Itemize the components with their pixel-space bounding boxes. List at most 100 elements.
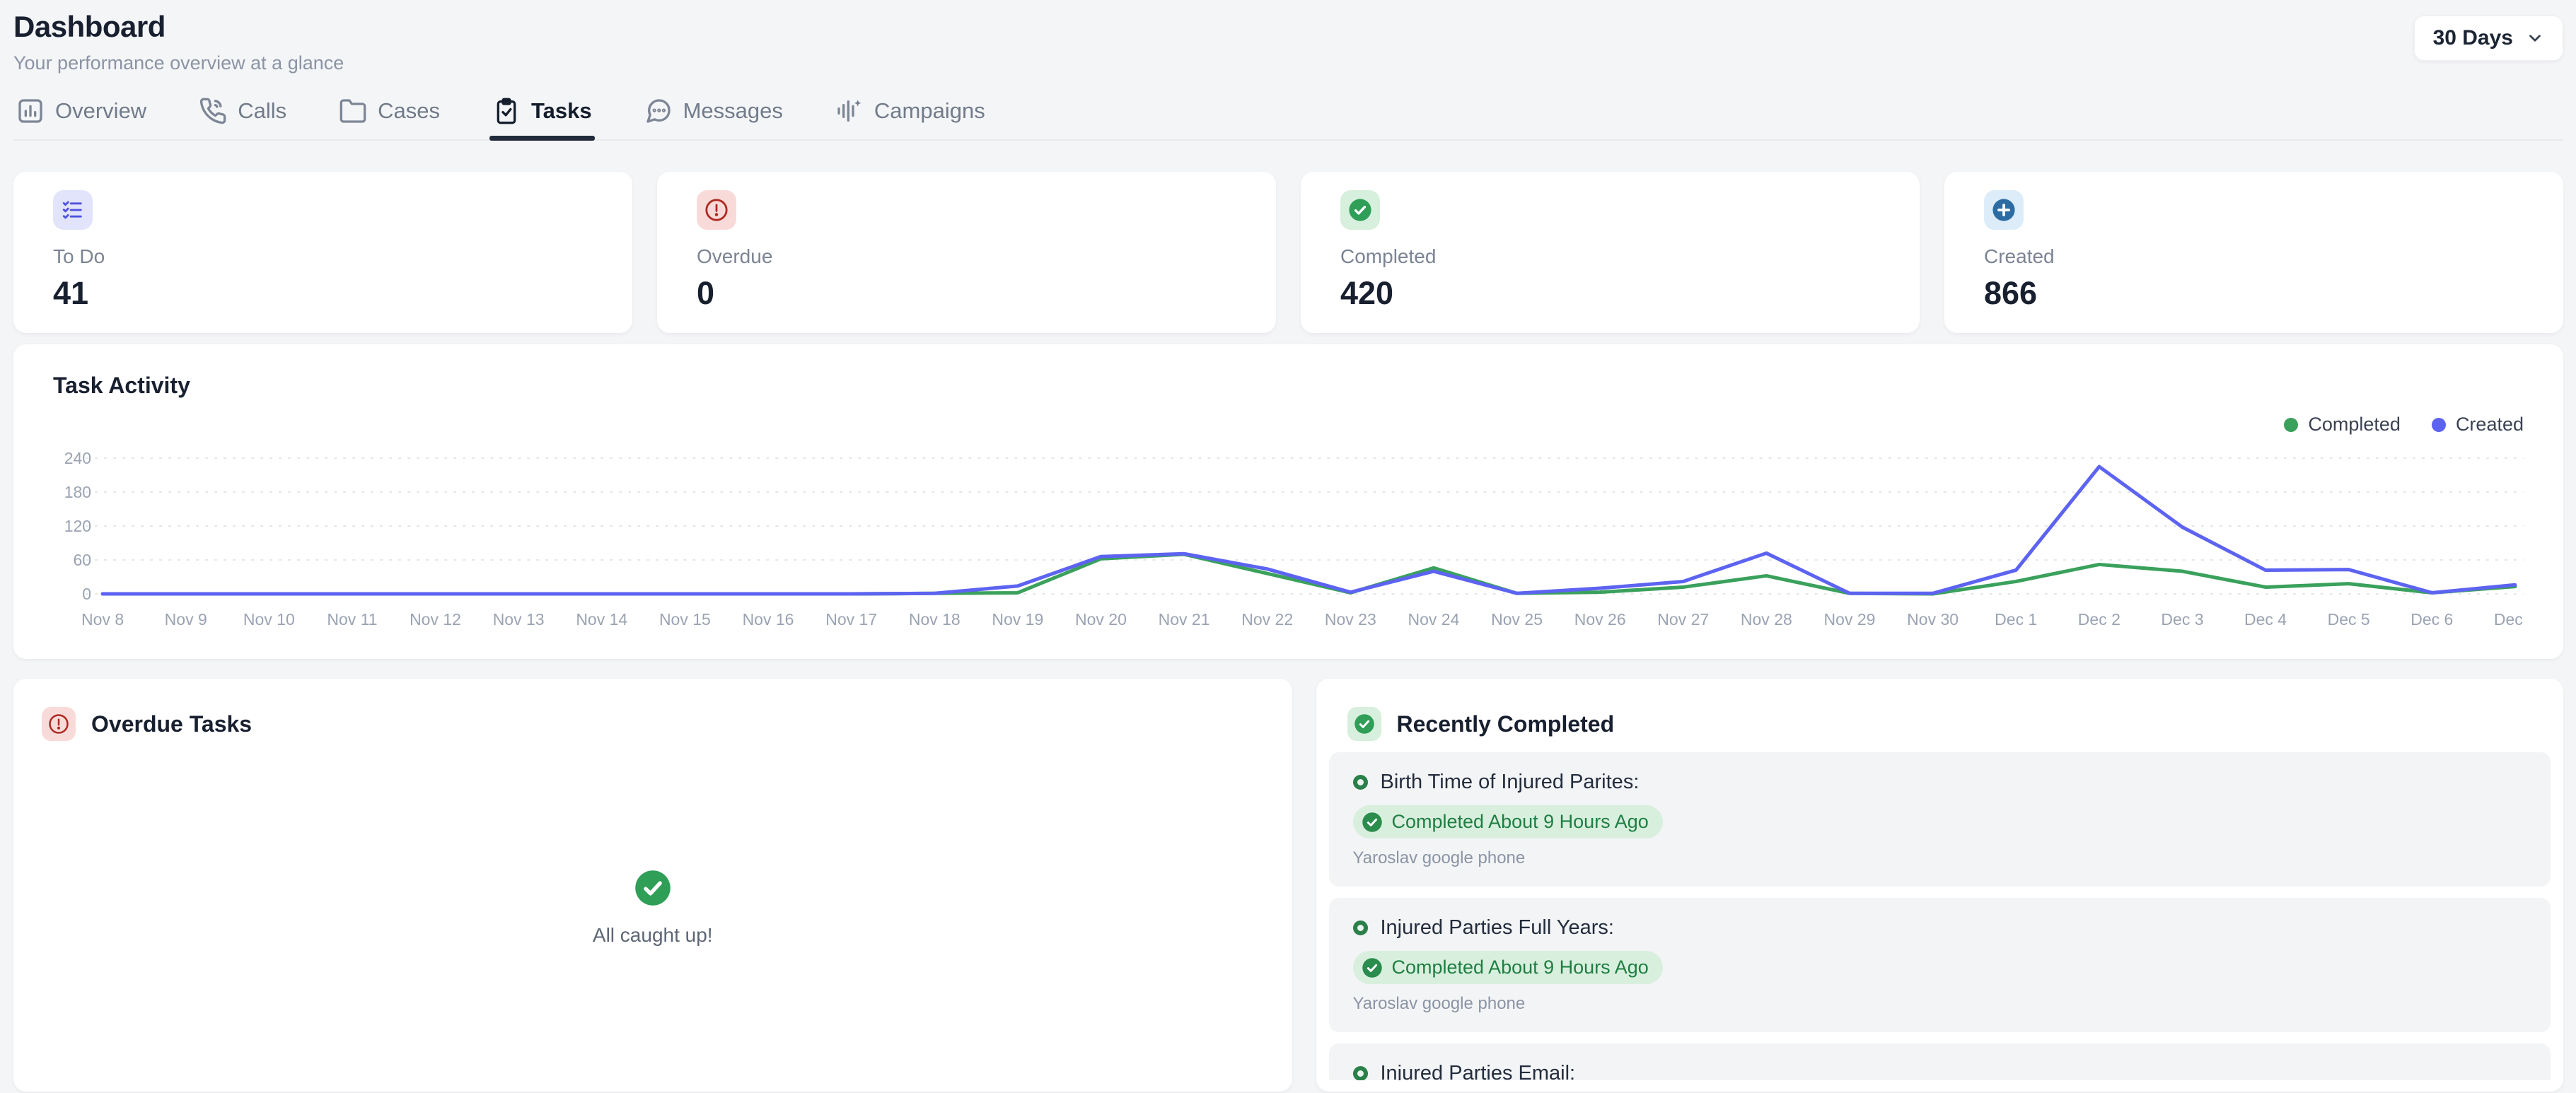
alert-circle-icon xyxy=(42,707,76,741)
stat-label: Completed xyxy=(1340,245,1880,268)
page-subtitle: Your performance overview at a glance xyxy=(13,52,344,74)
task-item: Injured Parties Email: Completed About 9… xyxy=(1329,1044,2551,1080)
task-item: Birth Time of Injured Parites: Completed… xyxy=(1329,752,2551,887)
svg-text:Nov 16: Nov 16 xyxy=(743,610,794,629)
legend-label: Completed xyxy=(2308,414,2401,436)
svg-text:180: 180 xyxy=(64,483,91,501)
svg-text:Dec 1: Dec 1 xyxy=(1995,610,2037,629)
svg-text:Nov 12: Nov 12 xyxy=(410,610,461,629)
svg-text:Dec 5: Dec 5 xyxy=(2328,610,2370,629)
completed-task-list[interactable]: Birth Time of Injured Parites: Completed… xyxy=(1329,752,2551,1080)
task-title: Injured Parties Email: xyxy=(1381,1062,1576,1080)
tab-calls[interactable]: Calls xyxy=(196,97,289,139)
svg-text:Nov 19: Nov 19 xyxy=(992,610,1043,629)
chevron-down-icon xyxy=(2526,29,2544,47)
tab-messages[interactable]: Messages xyxy=(642,97,786,139)
svg-text:Nov 25: Nov 25 xyxy=(1491,610,1543,629)
svg-text:Nov 17: Nov 17 xyxy=(825,610,877,629)
stat-value: 866 xyxy=(1984,275,2524,312)
svg-text:120: 120 xyxy=(64,517,91,535)
folder-icon xyxy=(339,97,367,125)
stat-label: Overdue xyxy=(697,245,1236,268)
svg-text:Dec 6: Dec 6 xyxy=(2410,610,2453,629)
overdue-panel-header: Overdue Tasks xyxy=(42,707,1264,741)
bottom-row: Overdue Tasks All caught up! Recently Co… xyxy=(13,679,2563,1092)
panel-title: Recently Completed xyxy=(1397,711,1615,737)
stat-label: Created xyxy=(1984,245,2524,268)
dashboard-page: Dashboard Your performance overview at a… xyxy=(0,0,2576,1092)
stat-value: 420 xyxy=(1340,275,1880,312)
recently-completed-panel: Recently Completed Birth Time of Injured… xyxy=(1316,679,2564,1092)
svg-text:Nov 20: Nov 20 xyxy=(1075,610,1127,629)
status-badge: Completed About 9 Hours Ago xyxy=(1353,805,1663,838)
empty-state-message: All caught up! xyxy=(593,924,713,947)
chart-legend: Completed Created xyxy=(2284,414,2524,436)
svg-text:Nov 24: Nov 24 xyxy=(1408,610,1460,629)
task-title-row: Injured Parties Email: xyxy=(1353,1062,2527,1080)
legend-label: Created xyxy=(2456,414,2524,436)
stat-value: 0 xyxy=(697,275,1236,312)
tab-overview[interactable]: Overview xyxy=(13,97,149,139)
status-text: Completed About 9 Hours Ago xyxy=(1392,811,1649,833)
stat-label: To Do xyxy=(53,245,593,268)
svg-text:Nov 26: Nov 26 xyxy=(1574,610,1626,629)
legend-item-completed: Completed xyxy=(2284,414,2401,436)
task-title-row: Birth Time of Injured Parites: xyxy=(1353,771,2527,794)
svg-text:Dec 3: Dec 3 xyxy=(2161,610,2203,629)
check-circle-icon xyxy=(1347,707,1381,741)
check-circle-icon xyxy=(1362,957,1383,978)
overdue-tasks-panel: Overdue Tasks All caught up! xyxy=(13,679,1292,1092)
status-ring-icon xyxy=(1353,920,1368,935)
task-activity-line-chart: 060120180240Nov 8Nov 9Nov 10Nov 11Nov 12… xyxy=(53,444,2524,633)
tab-campaigns[interactable]: Campaigns xyxy=(832,97,988,139)
task-item: Injured Parties Full Years: Completed Ab… xyxy=(1329,898,2551,1032)
tab-cases[interactable]: Cases xyxy=(336,97,443,139)
status-badge: Completed About 9 Hours Ago xyxy=(1353,951,1663,984)
bar-chart-icon xyxy=(16,97,45,125)
date-range-value: 30 Days xyxy=(2433,26,2513,50)
tab-label: Campaigns xyxy=(874,98,985,124)
stat-card-overdue: Overdue 0 xyxy=(657,172,1276,333)
task-title: Injured Parties Full Years: xyxy=(1381,916,1614,940)
svg-text:Nov 11: Nov 11 xyxy=(327,610,377,629)
svg-text:Nov 23: Nov 23 xyxy=(1325,610,1376,629)
stat-card-created: Created 866 xyxy=(1944,172,2563,333)
tab-bar: Overview Calls Cases Tasks Messages xyxy=(13,97,2563,141)
stat-card-completed: Completed 420 xyxy=(1301,172,1920,333)
stat-card-todo: To Do 41 xyxy=(13,172,632,333)
svg-text:Nov 10: Nov 10 xyxy=(243,610,295,629)
task-source: Yaroslav google phone xyxy=(1353,848,2527,868)
status-text: Completed About 9 Hours Ago xyxy=(1392,957,1649,978)
chart-title: Task Activity xyxy=(53,373,2524,399)
legend-dot-created xyxy=(2432,418,2446,432)
tab-label: Cases xyxy=(378,98,440,124)
date-range-selector[interactable]: 30 Days xyxy=(2414,16,2563,61)
alert-circle-icon xyxy=(697,190,736,230)
topbar: Dashboard Your performance overview at a… xyxy=(13,10,2563,74)
svg-text:Nov 14: Nov 14 xyxy=(576,610,627,629)
tab-label: Tasks xyxy=(531,98,592,124)
svg-text:Nov 9: Nov 9 xyxy=(165,610,207,629)
svg-text:Dec 2: Dec 2 xyxy=(2078,610,2120,629)
svg-text:Nov 21: Nov 21 xyxy=(1159,610,1210,629)
task-title: Birth Time of Injured Parites: xyxy=(1381,771,1640,794)
plus-circle-icon xyxy=(1984,190,2024,230)
status-ring-icon xyxy=(1353,775,1368,790)
svg-text:Nov 30: Nov 30 xyxy=(1907,610,1959,629)
completed-panel-header: Recently Completed xyxy=(1347,707,2533,741)
svg-text:Nov 15: Nov 15 xyxy=(659,610,711,629)
clipboard-check-icon xyxy=(492,97,521,125)
tab-tasks[interactable]: Tasks xyxy=(489,97,595,139)
header-text: Dashboard Your performance overview at a… xyxy=(13,10,344,74)
tab-label: Calls xyxy=(238,98,286,124)
check-circle-icon xyxy=(1340,190,1380,230)
task-activity-card: Task Activity Completed Created 06012018… xyxy=(13,344,2563,659)
svg-text:Nov 8: Nov 8 xyxy=(81,610,124,629)
svg-text:Dec 4: Dec 4 xyxy=(2244,610,2287,629)
svg-text:240: 240 xyxy=(64,449,91,467)
task-title-row: Injured Parties Full Years: xyxy=(1353,916,2527,940)
phone-icon xyxy=(199,97,227,125)
svg-text:Nov 22: Nov 22 xyxy=(1241,610,1293,629)
svg-text:Nov 13: Nov 13 xyxy=(493,610,545,629)
svg-text:0: 0 xyxy=(82,585,91,603)
